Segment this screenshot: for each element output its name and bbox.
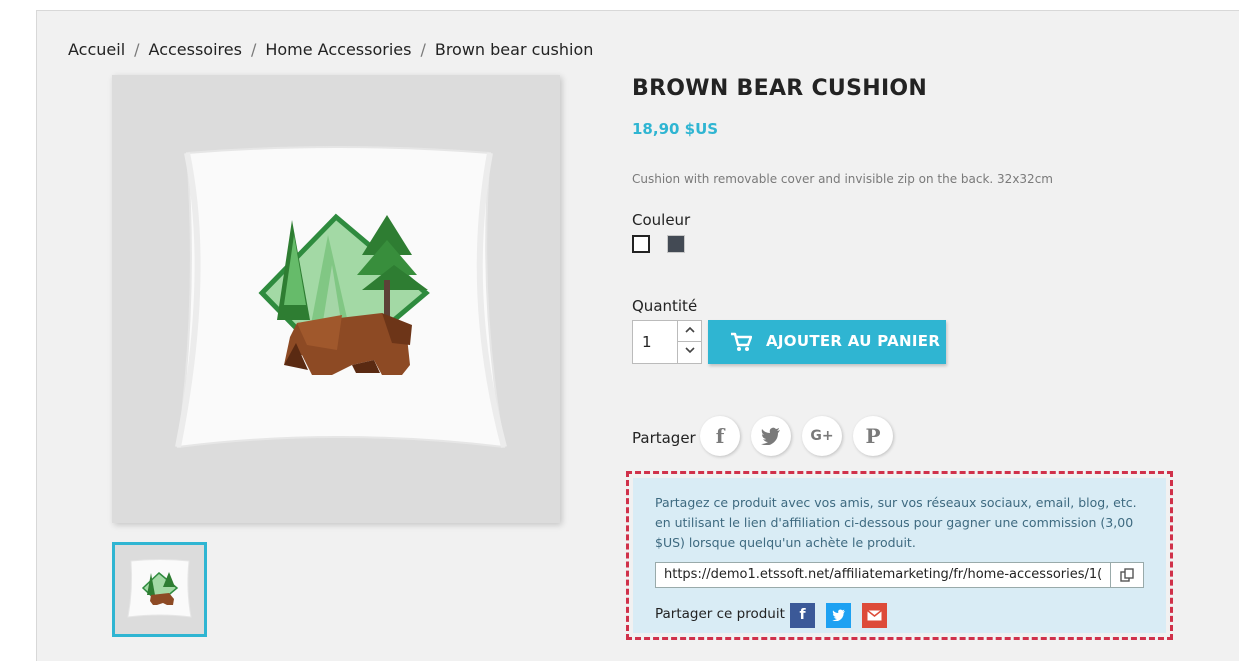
add-to-cart-label: AJOUTER AU PANIER: [766, 332, 941, 350]
thumbnail-illustration: [127, 559, 192, 618]
copy-link-button[interactable]: [1110, 563, 1143, 587]
affiliate-share-twitter-button[interactable]: [826, 603, 851, 628]
affiliate-link-value[interactable]: https://demo1.etssoft.net/affiliatemarke…: [664, 567, 1102, 582]
affiliate-share-email-button[interactable]: [862, 603, 887, 628]
breadcrumb-separator: /: [134, 40, 140, 59]
chevron-up-icon: [684, 326, 695, 333]
color-swatch-white[interactable]: [632, 235, 650, 253]
product-title: BROWN BEAR CUSHION: [632, 76, 928, 101]
product-cover-image[interactable]: [112, 75, 560, 523]
pinterest-icon: P: [865, 424, 881, 448]
breadcrumb-item-current: Brown bear cushion: [434, 40, 594, 59]
share-googleplus-button[interactable]: G+: [802, 416, 842, 456]
affiliate-share-label: Partager ce produit: [655, 606, 785, 622]
share-facebook-button[interactable]: f: [700, 416, 740, 456]
share-twitter-button[interactable]: [751, 416, 791, 456]
affiliate-link-field[interactable]: https://demo1.etssoft.net/affiliatemarke…: [655, 562, 1144, 588]
quantity-stepper[interactable]: 1: [632, 320, 702, 364]
color-label: Couleur: [632, 211, 691, 229]
share-label: Partager: [632, 429, 696, 447]
breadcrumb-item-home-accessories[interactable]: Home Accessories: [265, 40, 411, 59]
breadcrumb-item-accessories[interactable]: Accessoires: [149, 40, 242, 59]
add-to-cart-button[interactable]: AJOUTER AU PANIER: [708, 320, 946, 364]
quantity-buttons: [677, 321, 701, 363]
cart-icon: [731, 332, 752, 351]
copy-icon: [1120, 568, 1134, 582]
quantity-input[interactable]: 1: [642, 333, 652, 351]
quantity-decrease-button[interactable]: [678, 342, 701, 363]
affiliate-box: Partagez ce produit avec vos amis, sur v…: [626, 471, 1173, 640]
breadcrumb-separator: /: [250, 40, 257, 59]
facebook-icon: f: [799, 607, 806, 623]
breadcrumb-item-home[interactable]: Accueil: [68, 40, 125, 59]
email-icon: [867, 609, 882, 621]
facebook-icon: f: [715, 424, 725, 448]
affiliate-message: Partagez ce produit avec vos amis, sur v…: [655, 495, 1137, 550]
quantity-increase-button[interactable]: [678, 321, 701, 342]
quantity-label: Quantité: [632, 297, 698, 315]
twitter-icon: [761, 427, 780, 446]
affiliate-panel: Partagez ce produit avec vos amis, sur v…: [633, 478, 1166, 633]
color-swatch-dark-grey[interactable]: [667, 235, 685, 253]
googleplus-icon: G+: [810, 428, 834, 444]
product-price: 18,90 $US: [632, 120, 719, 138]
affiliate-share-facebook-button[interactable]: f: [790, 603, 815, 628]
twitter-icon: [831, 609, 845, 622]
product-thumbnail[interactable]: [112, 542, 207, 637]
chevron-down-icon: [684, 347, 695, 354]
cushion-illustration: [175, 146, 507, 449]
breadcrumb-separator: /: [420, 40, 426, 59]
product-description: Cushion with removable cover and invisib…: [632, 172, 1053, 186]
share-pinterest-button[interactable]: P: [853, 416, 893, 456]
breadcrumb: Accueil / Accessoires / Home Accessories / Bro…: [68, 40, 593, 59]
